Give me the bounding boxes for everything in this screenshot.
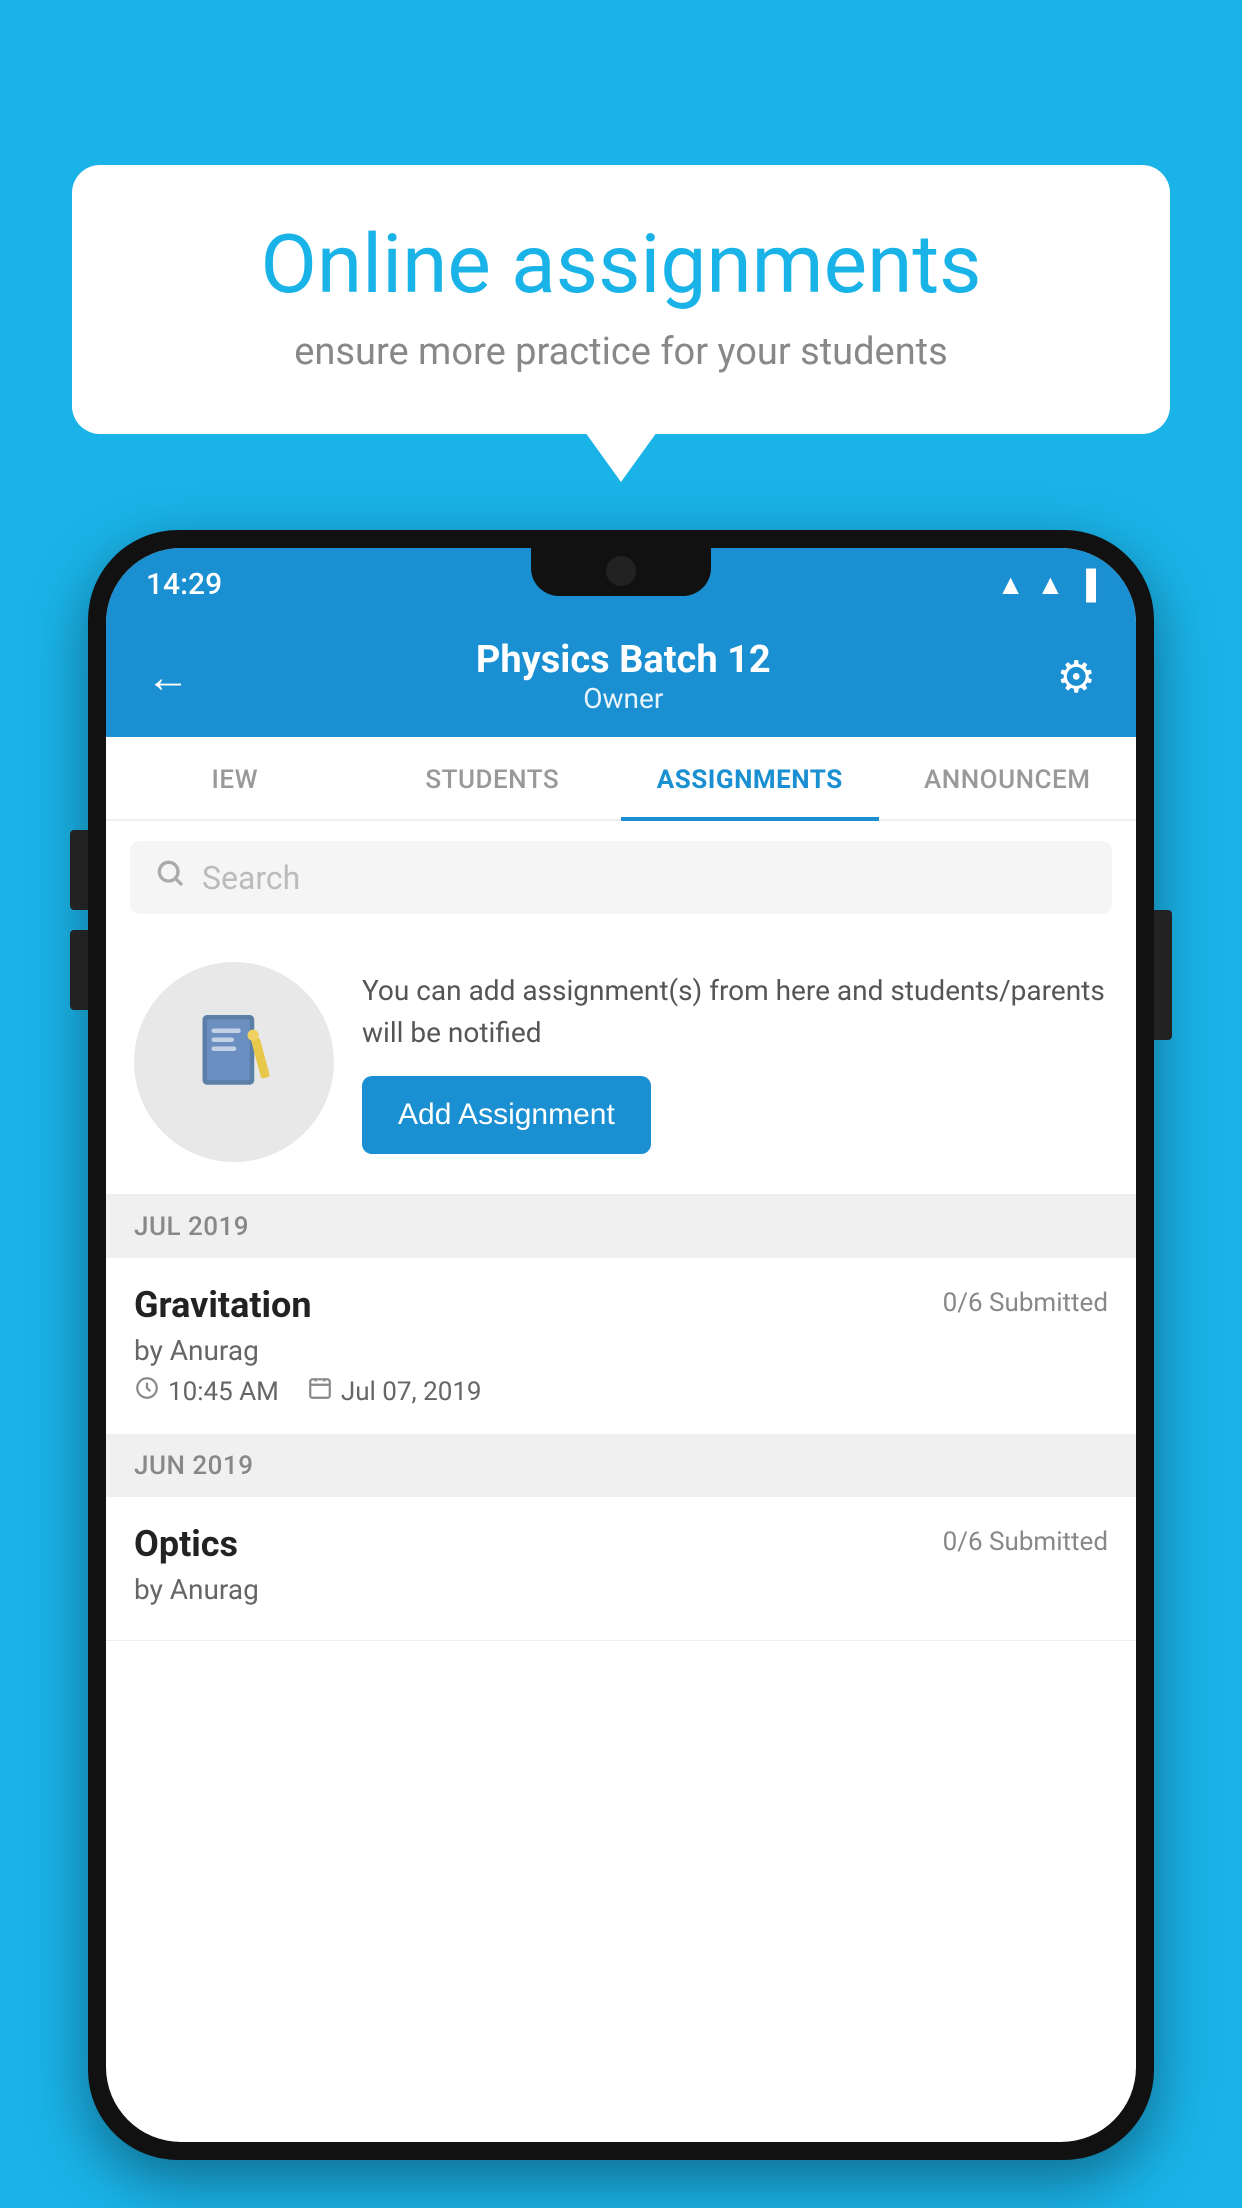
assignment-name-optics: Optics [134, 1523, 238, 1565]
info-banner: You can add assignment(s) from here and … [106, 934, 1136, 1196]
search-bar[interactable]: Search [130, 841, 1112, 914]
submitted-count: 0/6 Submitted [943, 1288, 1108, 1318]
header-center: Physics Batch 12 Owner [476, 638, 771, 715]
volume-down-button[interactable] [70, 930, 88, 1010]
tab-assignments[interactable]: ASSIGNMENTS [621, 737, 879, 819]
info-right: You can add assignment(s) from here and … [362, 970, 1108, 1154]
status-icons: ▲ ▲ ▐ [997, 568, 1096, 601]
speech-bubble: Online assignments ensure more practice … [72, 165, 1170, 434]
battery-icon: ▐ [1076, 568, 1096, 601]
assignment-icon-circle [134, 962, 334, 1162]
submitted-count-optics: 0/6 Submitted [943, 1527, 1108, 1557]
assignment-item-gravitation[interactable]: Gravitation 0/6 Submitted by Anurag 10:4… [106, 1258, 1136, 1435]
header-title: Physics Batch 12 [476, 638, 771, 682]
assignment-name: Gravitation [134, 1284, 312, 1326]
meta-time: 10:45 AM [134, 1375, 279, 1408]
tab-students[interactable]: STUDENTS [364, 737, 622, 819]
info-text: You can add assignment(s) from here and … [362, 970, 1108, 1054]
section-header-jul2019: JUL 2019 [106, 1196, 1136, 1258]
bubble-subtitle: ensure more practice for your students [132, 330, 1110, 374]
bubble-title: Online assignments [132, 220, 1110, 310]
back-button[interactable]: ← [146, 651, 190, 703]
side-buttons-right [1154, 910, 1172, 1040]
search-placeholder: Search [202, 859, 300, 897]
search-container: Search [106, 821, 1136, 934]
signal-icon: ▲ [1036, 568, 1064, 601]
settings-icon[interactable]: ⚙ [1057, 651, 1096, 703]
tab-announcements[interactable]: ANNOUNCEM [879, 737, 1137, 819]
add-assignment-button[interactable]: Add Assignment [362, 1076, 651, 1154]
assignment-author-optics: by Anurag [134, 1573, 1108, 1606]
header-subtitle: Owner [476, 682, 771, 715]
assignment-author: by Anurag [134, 1334, 1108, 1367]
assignment-meta: 10:45 AM Jul 07, 2019 [134, 1375, 1108, 1408]
search-icon [154, 857, 186, 898]
status-time: 14:29 [146, 567, 222, 602]
assignment-icon [189, 1006, 279, 1118]
speech-bubble-container: Online assignments ensure more practice … [72, 165, 1170, 434]
phone-frame: 14:29 ▲ ▲ ▐ ← Physics Batch 12 Owner ⚙ I… [88, 530, 1154, 2160]
phone-screen: 14:29 ▲ ▲ ▐ ← Physics Batch 12 Owner ⚙ I… [106, 548, 1136, 2142]
assignment-time: 10:45 AM [168, 1377, 279, 1407]
app-header: ← Physics Batch 12 Owner ⚙ [106, 620, 1136, 737]
camera-dot [606, 556, 636, 586]
calendar-icon [307, 1375, 333, 1408]
volume-up-button[interactable] [70, 830, 88, 910]
power-button[interactable] [1154, 910, 1172, 1040]
meta-date: Jul 07, 2019 [307, 1375, 482, 1408]
clock-icon [134, 1375, 160, 1408]
assignment-row1: Gravitation 0/6 Submitted [134, 1284, 1108, 1326]
tab-iew[interactable]: IEW [106, 737, 364, 819]
phone-notch [531, 548, 711, 596]
assignment-date: Jul 07, 2019 [341, 1377, 482, 1407]
assignment-item-optics[interactable]: Optics 0/6 Submitted by Anurag [106, 1497, 1136, 1641]
tabs-bar: IEW STUDENTS ASSIGNMENTS ANNOUNCEM [106, 737, 1136, 821]
section-header-jun2019: JUN 2019 [106, 1435, 1136, 1497]
wifi-icon: ▲ [997, 568, 1025, 601]
side-buttons-left [70, 830, 88, 1010]
assignment-row1-optics: Optics 0/6 Submitted [134, 1523, 1108, 1565]
